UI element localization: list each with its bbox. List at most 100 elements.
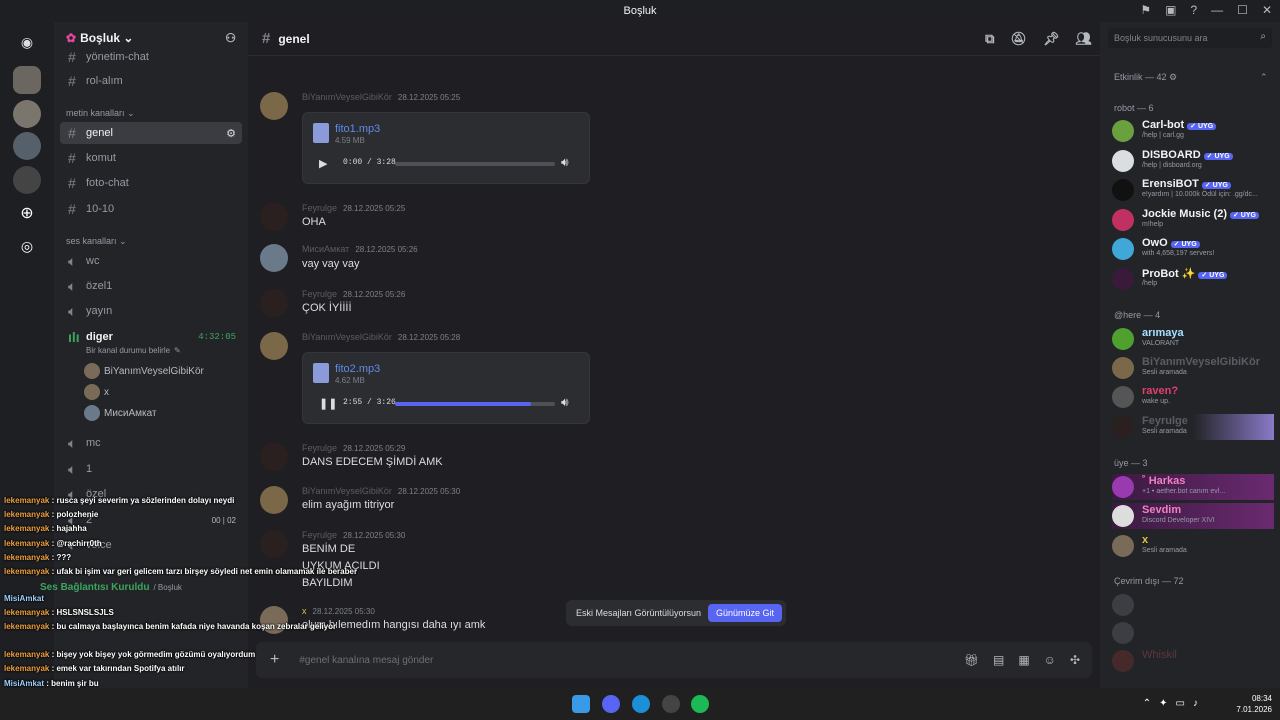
- voice-channel-1[interactable]: 🔈︎ 1: [60, 458, 242, 480]
- message-author[interactable]: МисиАмкат: [302, 244, 349, 254]
- maximize-icon[interactable]: ☐: [1237, 3, 1248, 17]
- overlay-chat-user: lekemanyak: [4, 622, 50, 631]
- close-icon[interactable]: ✕: [1262, 3, 1272, 17]
- member-item[interactable]: OwO ✓ UYG with 4,658,197 servers!: [1112, 236, 1274, 262]
- voice-channel-mc[interactable]: 🔈︎ mc: [60, 432, 242, 454]
- discord-home-icon[interactable]: ◉: [13, 28, 41, 56]
- channel-foto-chat[interactable]: # foto-chat: [60, 172, 242, 194]
- message-author[interactable]: Feyrulge: [302, 203, 337, 213]
- member-item-offline[interactable]: [1112, 592, 1274, 618]
- volume-icon[interactable]: 🔊︎: [561, 155, 569, 170]
- channel-10-10[interactable]: #10-10: [60, 198, 242, 220]
- help-icon[interactable]: ?: [1190, 3, 1197, 17]
- audio-progress[interactable]: [395, 162, 555, 166]
- channel-status[interactable]: Bir kanal durumu belirle ✎: [86, 346, 181, 355]
- inbox-icon[interactable]: ⚑: [1140, 3, 1151, 17]
- member-item[interactable]: x Sesli aramada: [1112, 533, 1274, 559]
- discover-icon[interactable]: ◎: [13, 232, 41, 260]
- add-server-icon[interactable]: ⊕: [13, 200, 41, 228]
- discord-icon[interactable]: [602, 695, 620, 713]
- speaker-icon: 🔈︎: [68, 252, 77, 269]
- screen-icon[interactable]: ▣: [1165, 3, 1176, 17]
- invite-icon[interactable]: ⚇: [225, 31, 236, 45]
- message-composer[interactable]: + #genel kanalına mesaj gönder 🎁︎ ▤ ▦ ☺ …: [256, 642, 1092, 678]
- edge-icon[interactable]: [632, 695, 650, 713]
- message-author[interactable]: BiYanımVeyselGibiKör: [302, 486, 392, 496]
- server-icon-active[interactable]: [13, 132, 41, 160]
- composer-placeholder[interactable]: #genel kanalına mesaj gönder: [299, 655, 433, 666]
- message-author[interactable]: BiYanımVeyselGibiKör: [302, 92, 392, 102]
- system-tray-icons[interactable]: ⌃✦▭♪: [1143, 698, 1206, 709]
- events-header[interactable]: Etkinlik — 42 ⚙ ⌃: [1114, 72, 1268, 83]
- audio-progress[interactable]: [395, 402, 555, 406]
- emoji-icon[interactable]: ☺: [1044, 653, 1056, 667]
- audio-file-name[interactable]: fito1.mp3: [335, 123, 380, 135]
- voice-connected-status[interactable]: Ses Bağlantısı Kuruldu / Boşluk: [40, 582, 182, 593]
- server-icon[interactable]: [13, 100, 41, 128]
- volume-icon[interactable]: 🔊︎: [561, 395, 569, 410]
- member-item[interactable]: BiYanımVeyselGibiKör Sesli aramada: [1112, 355, 1274, 381]
- channel-yonetim-chat[interactable]: # yönetim-chat: [60, 46, 242, 68]
- voice-channel-diger[interactable]: ılı diger 4:32:05: [60, 326, 242, 348]
- member-item[interactable]: raven? wake up.: [1112, 384, 1274, 410]
- server-icon[interactable]: [13, 166, 41, 194]
- voice-member[interactable]: x: [84, 384, 109, 400]
- message-author[interactable]: x: [302, 606, 307, 616]
- channel-komut[interactable]: # komut: [60, 147, 242, 169]
- member-item[interactable]: ˚ Harkas +1 • aether.bot canım evl...: [1112, 474, 1274, 500]
- message-text: OHA: [302, 216, 326, 228]
- voice-channel-wc[interactable]: 🔈︎ wc: [60, 250, 242, 272]
- clock[interactable]: 08:34 7.01.2026: [1236, 693, 1272, 715]
- window-titlebar: Boşluk ⚑ ▣ ? — ☐ ✕: [0, 0, 1280, 22]
- message-author[interactable]: Feyrulge: [302, 530, 337, 540]
- gift-icon[interactable]: 🎁︎: [964, 653, 979, 667]
- overlay-chat-line: lekemanyak : hajahha: [4, 524, 87, 533]
- avatar: [260, 486, 288, 514]
- member-item-offline[interactable]: Whiskil: [1112, 648, 1274, 674]
- pin-icon[interactable]: 📌︎: [1043, 31, 1060, 47]
- member-item-offline[interactable]: [1112, 620, 1274, 646]
- member-item[interactable]: Feyrulge Sesli aramada: [1112, 414, 1274, 440]
- play-icon[interactable]: ▶: [319, 157, 327, 170]
- avatar: [260, 530, 288, 558]
- threads-icon[interactable]: ⧉: [985, 31, 994, 47]
- members-icon[interactable]: 👥︎: [1075, 31, 1092, 47]
- gif-icon[interactable]: ▤: [993, 653, 1004, 667]
- add-attachment-icon[interactable]: +: [270, 651, 279, 669]
- apps-icon[interactable]: ✣: [1070, 653, 1080, 667]
- message-author[interactable]: Feyrulge: [302, 289, 337, 299]
- app-icon[interactable]: [662, 695, 680, 713]
- message-author[interactable]: Feyrulge: [302, 443, 337, 453]
- voice-member[interactable]: BiYanımVeyselGibiKör: [84, 363, 204, 379]
- spotify-icon[interactable]: [691, 695, 709, 713]
- audio-file-name[interactable]: fito2.mp3: [335, 363, 380, 375]
- settings-icon[interactable]: ⚙: [226, 127, 236, 140]
- member-item[interactable]: Sevdim Discord Developer XIVI: [1112, 503, 1274, 529]
- channel-rol-alim[interactable]: # rol-alım: [60, 70, 242, 92]
- pause-icon[interactable]: ❚❚: [319, 397, 337, 410]
- voice-channel-yayin[interactable]: 🔈︎ yayın: [60, 300, 242, 322]
- search-input[interactable]: Boşluk sunucusunu ara ⌕: [1108, 28, 1272, 48]
- mute-icon[interactable]: 🔕︎: [1010, 31, 1027, 47]
- member-item[interactable]: DISBOARD ✓ UYG/help | disboard.org: [1112, 148, 1274, 174]
- category-text[interactable]: metin kanalları ⌄: [66, 108, 135, 119]
- message-time: 28.12.2025 05:30: [397, 487, 461, 496]
- overlay-chat-user: lekemanyak: [4, 510, 50, 519]
- channel-genel[interactable]: # genel ⚙: [60, 122, 242, 144]
- voice-channel-ozel1[interactable]: 🔈︎ özel1: [60, 275, 242, 297]
- member-item[interactable]: ProBot ✨ ✓ UYG/help: [1112, 266, 1274, 292]
- member-item[interactable]: Carl-bot ✓ UYG/help | carl.gg: [1112, 118, 1274, 144]
- collapse-icon[interactable]: ⌃: [1260, 72, 1268, 83]
- message-author[interactable]: BiYanımVeyselGibiKör: [302, 332, 392, 342]
- member-item[interactable]: arımaya VALORANT: [1112, 326, 1274, 352]
- category-voice[interactable]: ses kanalları ⌄: [66, 236, 127, 247]
- member-item[interactable]: ErensiBOT ✓ UYG e!yardım | 10.000k Ödül iç…: [1112, 177, 1274, 203]
- start-icon[interactable]: [572, 695, 590, 713]
- server-icon[interactable]: [13, 66, 41, 94]
- voice-connected-label: Ses Bağlantısı Kuruldu: [40, 582, 150, 593]
- jump-to-present-button[interactable]: Günümüze Git: [707, 604, 782, 622]
- sticker-icon[interactable]: ▦: [1018, 653, 1029, 667]
- member-item[interactable]: Jockie Music (2) ✓ UYG m!help: [1112, 207, 1274, 233]
- voice-member[interactable]: МисиАмкат: [84, 405, 157, 421]
- minimize-icon[interactable]: —: [1211, 3, 1223, 17]
